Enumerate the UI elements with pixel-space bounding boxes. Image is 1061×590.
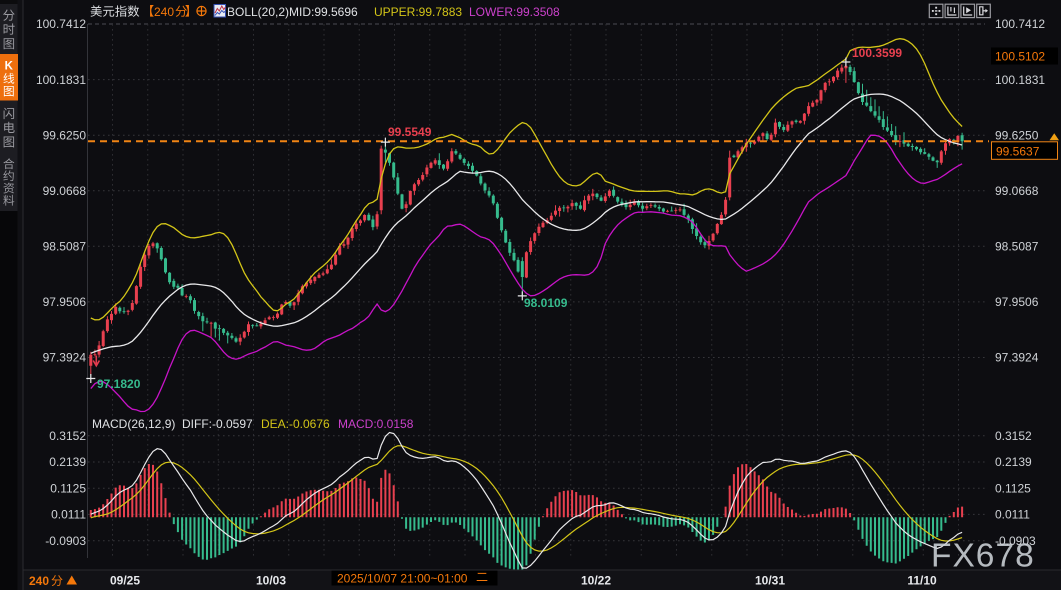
- svg-text:0.0111: 0.0111: [995, 508, 1030, 522]
- svg-text:100.7412: 100.7412: [36, 17, 86, 31]
- svg-text:0.2139: 0.2139: [49, 455, 86, 469]
- svg-text:0.2139: 0.2139: [995, 455, 1032, 469]
- svg-text:10/22: 10/22: [581, 574, 611, 588]
- svg-text:0.0111: 0.0111: [51, 508, 86, 522]
- svg-text:97.3924: 97.3924: [43, 351, 87, 365]
- svg-text:100.7412: 100.7412: [995, 17, 1045, 31]
- svg-text:0.1125: 0.1125: [995, 481, 1031, 495]
- svg-text:97.3924: 97.3924: [995, 351, 1039, 365]
- svg-text:99.6250: 99.6250: [43, 128, 87, 142]
- svg-text:MID:99.5696: MID:99.5696: [289, 5, 358, 19]
- svg-text:11/10: 11/10: [907, 574, 937, 588]
- svg-text:240: 240: [29, 574, 49, 588]
- svg-text:LOWER:99.3508: LOWER:99.3508: [469, 5, 560, 19]
- svg-text:0.3152: 0.3152: [49, 429, 86, 443]
- svg-text:100.3599: 100.3599: [852, 46, 902, 60]
- svg-text:MACD:0.0158: MACD:0.0158: [338, 417, 414, 431]
- svg-text:MACD(26,12,9): MACD(26,12,9): [92, 417, 175, 431]
- svg-text:10/03: 10/03: [256, 574, 286, 588]
- svg-text:BOLL(20,2): BOLL(20,2): [227, 5, 289, 19]
- svg-text:240: 240: [154, 5, 174, 19]
- svg-text:100.1831: 100.1831: [36, 73, 86, 87]
- svg-text:98.0109: 98.0109: [524, 296, 568, 310]
- svg-text:98.5087: 98.5087: [995, 240, 1039, 254]
- svg-text:K: K: [5, 60, 14, 72]
- svg-text:100.1831: 100.1831: [995, 73, 1045, 87]
- svg-text:99.6250: 99.6250: [995, 128, 1039, 142]
- svg-text:2025/10/07 21:00~01:00: 2025/10/07 21:00~01:00: [337, 572, 468, 586]
- svg-text:99.5549: 99.5549: [388, 125, 432, 139]
- svg-text:0.3152: 0.3152: [995, 429, 1032, 443]
- svg-text:0.1125: 0.1125: [50, 481, 86, 495]
- svg-text:97.9506: 97.9506: [43, 295, 87, 309]
- svg-text:98.5087: 98.5087: [43, 240, 87, 254]
- svg-text:DIFF:-0.0597: DIFF:-0.0597: [182, 417, 253, 431]
- svg-text:-0.0903: -0.0903: [45, 534, 86, 548]
- svg-text:99.0668: 99.0668: [995, 184, 1039, 198]
- svg-text:FX678: FX678: [931, 538, 1035, 575]
- svg-text:99.5637: 99.5637: [996, 144, 1040, 158]
- svg-text:97.9506: 97.9506: [995, 295, 1039, 309]
- svg-text:100.5102: 100.5102: [995, 50, 1045, 64]
- svg-text:10/31: 10/31: [755, 574, 785, 588]
- svg-text:97.1820: 97.1820: [97, 377, 141, 391]
- svg-text:99.0668: 99.0668: [43, 184, 87, 198]
- svg-text:UPPER:99.7883: UPPER:99.7883: [374, 5, 462, 19]
- svg-text:DEA:-0.0676: DEA:-0.0676: [261, 417, 330, 431]
- svg-text:09/25: 09/25: [110, 574, 140, 588]
